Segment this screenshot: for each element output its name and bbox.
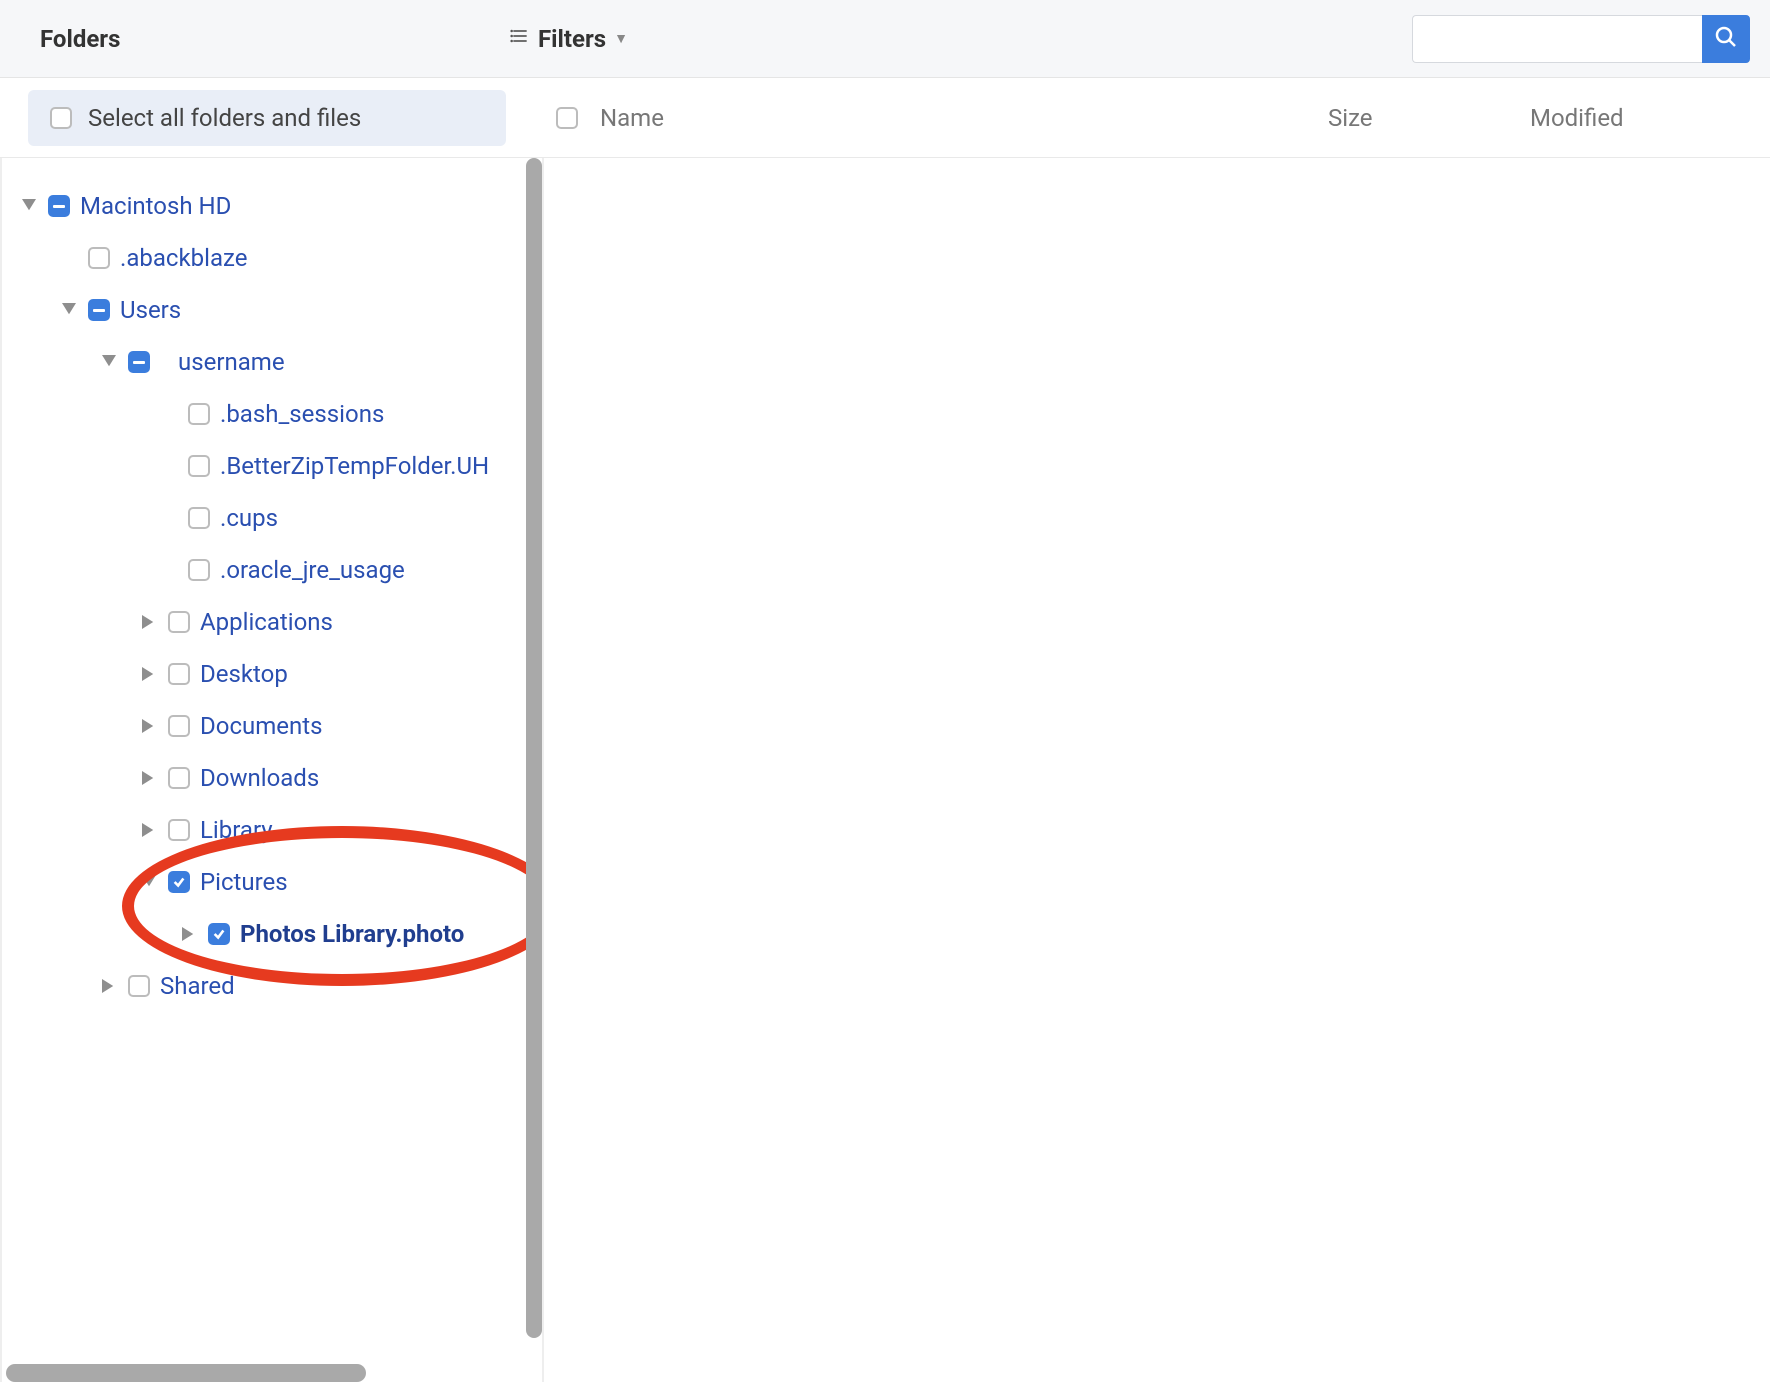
folder-label[interactable]: .oracle_jre_usage bbox=[220, 556, 405, 584]
folder-label[interactable]: Downloads bbox=[200, 764, 319, 792]
search-icon bbox=[1714, 25, 1738, 52]
vertical-scrollbar-thumb[interactable] bbox=[526, 158, 542, 1338]
tree-row-shared[interactable]: Shared bbox=[20, 960, 542, 1012]
folders-heading: Folders bbox=[40, 25, 510, 53]
select-all-checkbox[interactable] bbox=[50, 107, 72, 129]
column-size[interactable]: Size bbox=[1328, 104, 1508, 132]
list-icon bbox=[510, 26, 530, 51]
chevron-down-icon: ▼ bbox=[614, 30, 628, 47]
folder-checkbox[interactable] bbox=[168, 819, 190, 841]
disclosure-toggle[interactable] bbox=[20, 197, 38, 215]
filters-button[interactable]: Filters ▼ bbox=[510, 25, 628, 53]
disclosure-toggle[interactable] bbox=[100, 353, 118, 371]
tree-row-macintosh-hd[interactable]: Macintosh HD bbox=[20, 180, 542, 232]
folder-checkbox[interactable] bbox=[168, 715, 190, 737]
tree-row-abackblaze[interactable]: .abackblaze bbox=[20, 232, 542, 284]
tree-row-betterzip[interactable]: .BetterZipTempFolder.UH bbox=[20, 440, 542, 492]
select-all-label: Select all folders and files bbox=[88, 104, 361, 132]
folder-checkbox[interactable] bbox=[188, 507, 210, 529]
disclosure-toggle[interactable] bbox=[140, 665, 158, 683]
tree-row-oracle-jre[interactable]: .oracle_jre_usage bbox=[20, 544, 542, 596]
select-all-row[interactable]: Select all folders and files bbox=[28, 90, 506, 146]
tree-row-bash-sessions[interactable]: .bash_sessions bbox=[20, 388, 542, 440]
disclosure-toggle[interactable] bbox=[180, 925, 198, 943]
tree-row-desktop[interactable]: Desktop bbox=[20, 648, 542, 700]
disclosure-toggle[interactable] bbox=[140, 613, 158, 631]
folder-label[interactable]: .cups bbox=[220, 504, 278, 532]
folder-label[interactable]: Applications bbox=[200, 608, 333, 636]
folder-checkbox[interactable] bbox=[168, 663, 190, 685]
horizontal-scrollbar-thumb[interactable] bbox=[6, 1364, 366, 1382]
folder-label[interactable]: Users bbox=[120, 296, 181, 324]
folder-checkbox[interactable] bbox=[208, 923, 230, 945]
folder-label[interactable]: Desktop bbox=[200, 660, 288, 688]
vertical-scrollbar[interactable] bbox=[526, 158, 542, 1382]
column-modified[interactable]: Modified bbox=[1530, 104, 1770, 132]
disclosure-toggle[interactable] bbox=[140, 873, 158, 891]
folder-checkbox[interactable] bbox=[188, 455, 210, 477]
disclosure-toggle[interactable] bbox=[140, 821, 158, 839]
filters-label: Filters bbox=[538, 25, 606, 53]
folder-tree: Macintosh HD .abackblaze Users bbox=[20, 180, 542, 1012]
disclosure-toggle[interactable] bbox=[100, 977, 118, 995]
disclosure-toggle[interactable] bbox=[140, 717, 158, 735]
tree-row-photos-library[interactable]: Photos Library.photo bbox=[20, 908, 542, 960]
tree-row-cups[interactable]: .cups bbox=[20, 492, 542, 544]
tree-row-username[interactable]: username bbox=[20, 336, 542, 388]
folder-label[interactable]: .abackblaze bbox=[120, 244, 247, 272]
horizontal-scrollbar[interactable] bbox=[2, 1364, 542, 1382]
folder-checkbox[interactable] bbox=[168, 767, 190, 789]
folder-label[interactable]: username bbox=[178, 348, 285, 376]
folder-checkbox[interactable] bbox=[88, 247, 110, 269]
tree-row-library[interactable]: Library bbox=[20, 804, 542, 856]
folder-label[interactable]: .BetterZipTempFolder.UH bbox=[220, 452, 489, 480]
list-header-checkbox[interactable] bbox=[556, 107, 578, 129]
list-header: Name Size Modified bbox=[506, 104, 1770, 132]
tree-row-applications[interactable]: Applications bbox=[20, 596, 542, 648]
folder-label[interactable]: Shared bbox=[160, 972, 235, 1000]
disclosure-toggle[interactable] bbox=[60, 301, 78, 319]
folder-checkbox[interactable] bbox=[128, 975, 150, 997]
column-name[interactable]: Name bbox=[600, 104, 1306, 132]
search-input[interactable] bbox=[1412, 15, 1702, 63]
folder-label[interactable]: Library bbox=[200, 816, 273, 844]
disclosure-toggle[interactable] bbox=[140, 769, 158, 787]
folder-label[interactable]: Pictures bbox=[200, 868, 288, 896]
folder-checkbox[interactable] bbox=[188, 403, 210, 425]
file-list-panel bbox=[544, 158, 1770, 1382]
subheader-bar: Select all folders and files Name Size M… bbox=[0, 78, 1770, 158]
folder-checkbox[interactable] bbox=[188, 559, 210, 581]
folder-label[interactable]: Photos Library.photo bbox=[240, 920, 464, 948]
folder-checkbox[interactable] bbox=[88, 299, 110, 321]
search-button[interactable] bbox=[1702, 15, 1750, 63]
folder-tree-panel: Macintosh HD .abackblaze Users bbox=[2, 158, 544, 1382]
folder-label[interactable]: Macintosh HD bbox=[80, 192, 231, 220]
tree-row-documents[interactable]: Documents bbox=[20, 700, 542, 752]
header-bar: Folders Filters ▼ bbox=[0, 0, 1770, 78]
folder-checkbox[interactable] bbox=[168, 871, 190, 893]
folder-label[interactable]: .bash_sessions bbox=[220, 400, 384, 428]
tree-row-users[interactable]: Users bbox=[20, 284, 542, 336]
folder-checkbox[interactable] bbox=[128, 351, 150, 373]
tree-row-downloads[interactable]: Downloads bbox=[20, 752, 542, 804]
tree-row-pictures[interactable]: Pictures bbox=[20, 856, 542, 908]
folder-checkbox[interactable] bbox=[48, 195, 70, 217]
folder-checkbox[interactable] bbox=[168, 611, 190, 633]
search-group bbox=[1412, 15, 1750, 63]
folder-label[interactable]: Documents bbox=[200, 712, 323, 740]
